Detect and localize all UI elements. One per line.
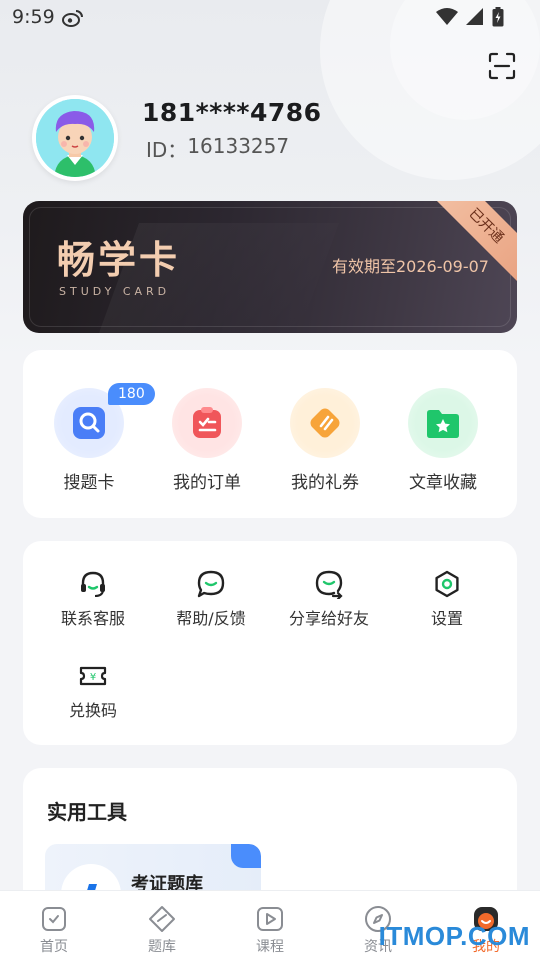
course-play-icon: [257, 907, 283, 931]
home-icon: [42, 907, 66, 931]
quick-item-label: 搜题卡: [63, 473, 115, 493]
search-card-icon: [73, 407, 105, 439]
service-label: 联系客服: [60, 609, 125, 628]
tab-home[interactable]: 首页: [14, 905, 94, 956]
avatar-cartoon-icon: [36, 99, 114, 177]
quick-item-search-card[interactable]: 180 搜题卡: [30, 383, 155, 493]
study-card-subtitle: STUDY CARD: [59, 285, 171, 298]
study-card-banner[interactable]: 畅学卡 STUDY CARD 有效期至2026-09-07 已开通: [23, 201, 517, 333]
quick-item-label: 文章收藏: [409, 473, 477, 493]
service-customer-support[interactable]: 联系客服: [34, 569, 152, 629]
quick-actions-card: 180 搜题卡 我的订单 我的礼券 文章收藏: [23, 350, 517, 518]
avatar[interactable]: [32, 95, 118, 181]
service-share[interactable]: 分享给好友: [270, 569, 388, 629]
study-card-title: 畅学卡: [57, 238, 181, 282]
favorite-folder-icon: [427, 410, 459, 438]
quick-item-orders[interactable]: 我的订单: [148, 388, 266, 493]
service-label: 兑换码: [68, 701, 117, 720]
battery-icon: [492, 7, 504, 27]
quick-item-label: 我的礼券: [291, 473, 359, 493]
share-icon: [315, 570, 343, 599]
service-settings[interactable]: 设置: [388, 569, 506, 629]
cellular-signal-icon: [466, 8, 483, 25]
wifi-icon: [436, 8, 458, 25]
settings-icon: [435, 570, 459, 598]
tab-question-bank[interactable]: 题库: [122, 905, 202, 956]
service-help-feedback[interactable]: 帮助/反馈: [152, 569, 270, 629]
services-card: 联系客服 帮助/反馈 分享给好友 设置 ¥ 兑换码: [23, 541, 517, 745]
tab-label: 课程: [256, 939, 284, 955]
service-label: 设置: [430, 609, 463, 628]
user-id: ID： 16133257: [146, 134, 289, 163]
status-bar: 9:59: [0, 0, 540, 36]
weibo-icon: [62, 10, 83, 27]
svg-text:¥: ¥: [90, 672, 96, 683]
tools-title: 实用工具: [47, 800, 127, 824]
quick-item-label: 我的订单: [173, 473, 241, 493]
scan-icon[interactable]: [488, 52, 516, 80]
quick-item-coupons[interactable]: 我的礼券: [266, 388, 384, 493]
order-icon: [193, 407, 221, 438]
status-time: 9:59: [12, 6, 55, 28]
headset-icon: [81, 571, 105, 597]
tab-label: 题库: [148, 939, 176, 955]
study-card-expire: 有效期至2026-09-07: [332, 257, 489, 276]
user-phone: 181****4786: [142, 98, 322, 127]
chat-bubble-icon: [197, 570, 225, 598]
user-id-value: 16133257: [187, 134, 290, 158]
tab-label: 首页: [40, 939, 68, 955]
watermark: ITMOP.COM: [378, 921, 530, 951]
service-redeem-code[interactable]: ¥ 兑换码: [34, 661, 152, 721]
quick-item-favorites[interactable]: 文章收藏: [384, 388, 502, 493]
tab-course[interactable]: 课程: [230, 905, 310, 956]
service-label: 帮助/反馈: [176, 609, 246, 628]
user-id-label: ID：: [146, 138, 188, 162]
question-bank-tab-icon: [149, 906, 175, 932]
ticket-icon: ¥: [79, 666, 107, 686]
coupon-icon: [310, 408, 340, 438]
service-label: 分享给好友: [288, 609, 369, 628]
